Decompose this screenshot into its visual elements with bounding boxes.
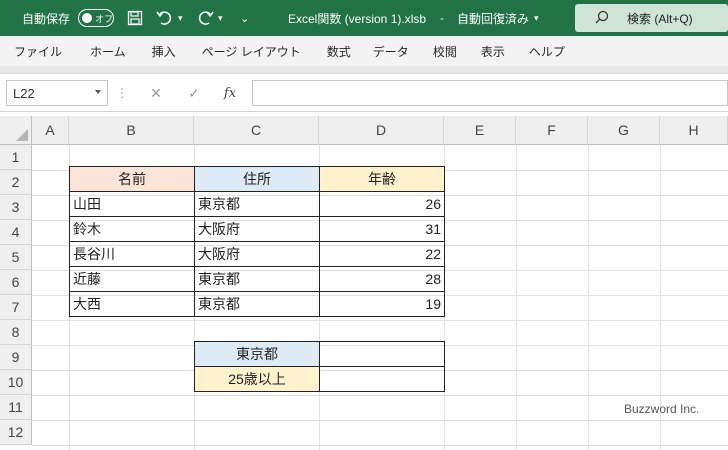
table-cell-name[interactable]: 長谷川: [69, 241, 195, 267]
tab-help[interactable]: ヘルプ: [519, 36, 575, 66]
tab-page-layout[interactable]: ページ レイアウト: [192, 36, 311, 66]
gridline: [32, 445, 728, 446]
gridline: [32, 395, 728, 396]
ribbon-tabs: ファイル ホーム 挿入 ページ レイアウト 数式 データ 校閲 表示 ヘルプ: [0, 36, 728, 66]
cancel-icon[interactable]: ✕: [144, 80, 168, 106]
tab-data[interactable]: データ: [363, 36, 419, 66]
row-header-4[interactable]: 4: [0, 220, 32, 245]
row-header-2[interactable]: 2: [0, 170, 32, 195]
gridline: [32, 320, 728, 321]
table-cell-name[interactable]: 近藤: [69, 266, 195, 292]
table-header-address[interactable]: 住所: [194, 166, 320, 192]
table-cell-name[interactable]: 山田: [69, 191, 195, 217]
tab-review[interactable]: 校閲: [423, 36, 467, 66]
tab-view[interactable]: 表示: [471, 36, 515, 66]
table-cell-address[interactable]: 東京都: [194, 291, 320, 317]
column-header-h[interactable]: H: [660, 116, 728, 145]
file-name: Excel関数 (version 1).xlsb: [288, 11, 427, 26]
separator: -: [440, 11, 444, 25]
table-cell-address[interactable]: 東京都: [194, 191, 320, 217]
table-cell-age[interactable]: 28: [319, 266, 445, 292]
table-cell-address[interactable]: 大阪府: [194, 216, 320, 242]
undo-icon[interactable]: [156, 0, 174, 36]
ribbon-divider: [0, 66, 728, 74]
autosave-toggle-wrap: オフ: [78, 0, 114, 36]
column-header-b[interactable]: B: [69, 116, 194, 145]
tab-formulas[interactable]: 数式: [317, 36, 361, 66]
name-box-value: L22: [13, 85, 35, 101]
column-header-e[interactable]: E: [444, 116, 516, 145]
redo-icon[interactable]: [196, 0, 214, 36]
table-header-age[interactable]: 年齢: [319, 166, 445, 192]
table-cell-age[interactable]: 26: [319, 191, 445, 217]
criteria-age-label[interactable]: 25歳以上: [194, 366, 320, 392]
name-box[interactable]: L22: [6, 80, 108, 106]
worksheet[interactable]: A B C D E F G H 1 2 3 4 5 6 7 8 9 10 11 …: [0, 112, 728, 450]
gridline: [32, 420, 728, 421]
title-bar: 自動保存 オフ ▾ ▾ ⌄ Excel関数 (version 1).xlsb -…: [0, 0, 728, 36]
formula-bar: L22 ⋮ ✕ ✓ fx: [0, 74, 728, 112]
row-header-10[interactable]: 10: [0, 370, 32, 395]
search-box[interactable]: 検索 (Alt+Q): [575, 4, 728, 32]
row-header-6[interactable]: 6: [0, 270, 32, 295]
gridline: [516, 145, 517, 450]
search-placeholder: 検索 (Alt+Q): [627, 11, 693, 26]
qat-more-icon[interactable]: ⌄: [240, 0, 249, 36]
row-header-1[interactable]: 1: [0, 145, 32, 170]
row-header-12[interactable]: 12: [0, 420, 32, 445]
table-cell-age[interactable]: 19: [319, 291, 445, 317]
row-header-7[interactable]: 7: [0, 295, 32, 320]
table-cell-name[interactable]: 鈴木: [69, 216, 195, 242]
row-header-5[interactable]: 5: [0, 245, 32, 270]
table-header-name[interactable]: 名前: [69, 166, 195, 192]
save-status[interactable]: 自動回復済み: [457, 0, 529, 36]
name-box-dropdown-icon[interactable]: [95, 90, 101, 94]
chevron-down-icon[interactable]: ▾: [534, 0, 539, 36]
more-options-icon[interactable]: ⋮: [116, 80, 128, 106]
autosave-label: 自動保存: [22, 11, 71, 26]
enter-icon[interactable]: ✓: [182, 80, 206, 106]
autosave-toggle[interactable]: オフ: [78, 9, 114, 27]
criteria-age-result[interactable]: [319, 366, 445, 392]
autosave-toggle-label: オフ: [95, 13, 114, 24]
tab-home[interactable]: ホーム: [80, 36, 136, 66]
column-header-a[interactable]: A: [32, 116, 69, 145]
column-header-g[interactable]: G: [588, 116, 660, 145]
column-header-c[interactable]: C: [194, 116, 319, 145]
table-cell-address[interactable]: 東京都: [194, 266, 320, 292]
redo-dropdown-icon[interactable]: ▾: [218, 0, 223, 36]
criteria-address-result[interactable]: [319, 341, 445, 367]
row-header-3[interactable]: 3: [0, 195, 32, 220]
column-header-f[interactable]: F: [516, 116, 588, 145]
row-header-9[interactable]: 9: [0, 345, 32, 370]
column-header-d[interactable]: D: [319, 116, 444, 145]
gridline: [588, 145, 589, 450]
tab-insert[interactable]: 挿入: [142, 36, 186, 66]
table-cell-name[interactable]: 大西: [69, 291, 195, 317]
insert-function-icon[interactable]: fx: [218, 80, 242, 106]
table-cell-age[interactable]: 22: [319, 241, 445, 267]
row-header-11[interactable]: 11: [0, 395, 32, 420]
formula-input[interactable]: [252, 80, 728, 106]
tab-file[interactable]: ファイル: [0, 36, 72, 66]
watermark: Buzzword Inc.: [624, 402, 700, 416]
search-icon: [595, 10, 609, 27]
row-header-8[interactable]: 8: [0, 320, 32, 345]
table-cell-address[interactable]: 大阪府: [194, 241, 320, 267]
criteria-address-label[interactable]: 東京都: [194, 341, 320, 367]
save-icon[interactable]: [127, 0, 143, 36]
select-all-corner[interactable]: [0, 116, 32, 145]
table-cell-age[interactable]: 31: [319, 216, 445, 242]
undo-dropdown-icon[interactable]: ▾: [178, 0, 183, 36]
